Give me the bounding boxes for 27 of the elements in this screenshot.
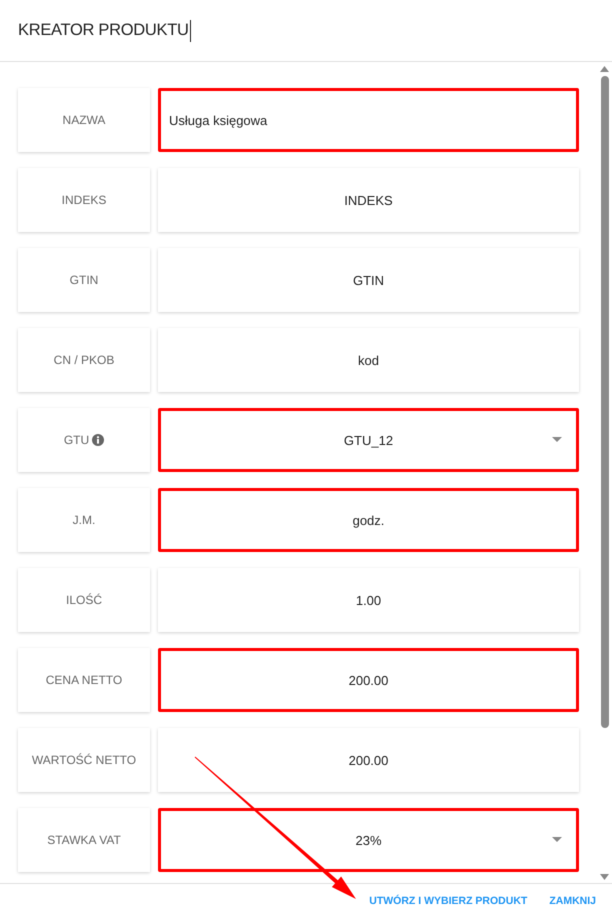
caret-icon <box>552 437 562 442</box>
dropdown-select[interactable]: 23% <box>158 808 579 872</box>
field-label: ILOŚĆ <box>66 593 102 607</box>
field-label: STAWKA VAT <box>47 833 121 847</box>
text-field[interactable]: godz. <box>158 488 579 552</box>
field-label: J.M. <box>72 513 96 527</box>
text-area[interactable]: Usługa księgowa <box>158 88 579 152</box>
field-label: GTU <box>64 433 90 447</box>
text-field[interactable]: INDEKS <box>158 168 579 232</box>
field-label: CENA NETTO <box>46 673 122 687</box>
dialog-title: KREATOR PRODUKTU <box>18 21 189 40</box>
field-label: WARTOŚĆ NETTO <box>32 753 136 767</box>
caret-icon <box>552 837 562 842</box>
text-field[interactable]: 200.00 <box>158 728 579 792</box>
scroll-up-icon[interactable] <box>600 66 609 72</box>
field-label: INDEKS <box>62 193 106 207</box>
text-field[interactable]: kod <box>158 328 579 392</box>
text-field[interactable]: 1.00 <box>158 568 579 632</box>
field-label: GTIN <box>70 273 98 287</box>
scroll-down-icon[interactable] <box>600 874 609 880</box>
dropdown-select[interactable]: GTU_12 <box>158 408 579 472</box>
scrollbar-thumb[interactable] <box>600 76 608 728</box>
text-field[interactable]: 200.00 <box>158 648 579 712</box>
field-label: NAZWA <box>62 113 106 127</box>
field-label: CN / PKOB <box>54 353 114 367</box>
info-icon[interactable] <box>92 434 104 446</box>
text-field[interactable]: GTIN <box>158 248 579 312</box>
